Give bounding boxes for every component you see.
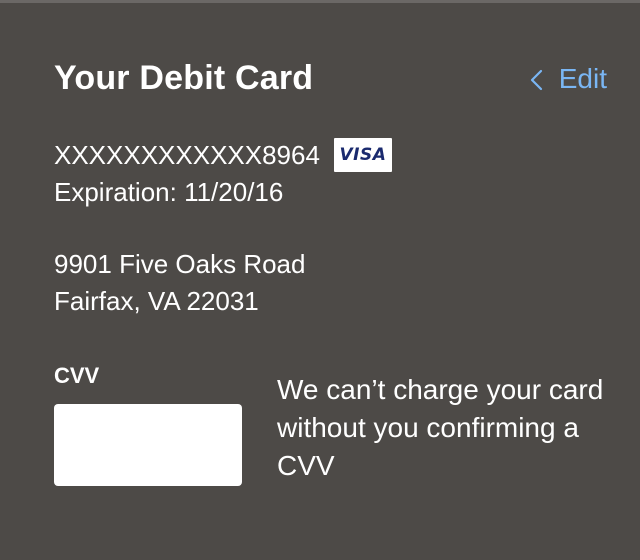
edit-label: Edit [558, 63, 607, 94]
cvv-required-message: We can’t charge your card without you co… [277, 374, 604, 481]
cvv-label: CVV [54, 363, 100, 388]
cvv-input[interactable] [54, 404, 242, 486]
edit-button[interactable]: Edit [527, 63, 607, 95]
page-title: Your Debit Card [54, 59, 314, 97]
debit-card-panel: Your Debit Card Edit XXXXXXXXXXXX8964 VI… [0, 0, 640, 560]
address-line-1: 9901 Five Oaks Road [54, 249, 306, 279]
chevron-left-icon [527, 67, 547, 91]
card-number-row: XXXXXXXXXXXX8964 VISA [54, 138, 392, 172]
visa-logo: VISA [333, 138, 392, 172]
card-number: XXXXXXXXXXXX8964 [54, 139, 320, 170]
card-expiration: Expiration: 11/20/16 [54, 177, 284, 207]
address-line-2: Fairfax, VA 22031 [54, 286, 259, 316]
